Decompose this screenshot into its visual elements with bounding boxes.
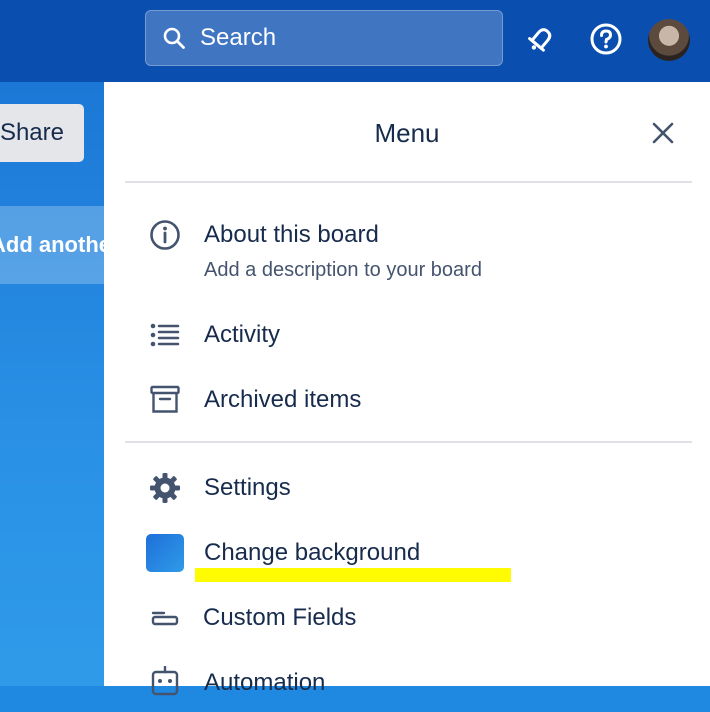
notifications-icon[interactable] bbox=[524, 22, 558, 56]
search-placeholder: Search bbox=[200, 24, 277, 51]
custom-fields-icon bbox=[151, 611, 179, 626]
menu-item-activity[interactable]: Activity bbox=[104, 308, 710, 364]
automation-icon bbox=[151, 666, 179, 696]
top-header: Search bbox=[0, 0, 710, 82]
add-list-label: Add another list bbox=[0, 232, 104, 257]
menu-item-label: Settings bbox=[204, 474, 291, 501]
menu-divider bbox=[125, 441, 692, 443]
help-icon[interactable] bbox=[589, 22, 623, 56]
menu-item-automation[interactable]: Automation bbox=[104, 656, 710, 712]
menu-item-label: Archived items bbox=[204, 386, 362, 413]
avatar[interactable] bbox=[648, 19, 690, 61]
archive-icon bbox=[150, 385, 180, 413]
menu-item-label: Change background bbox=[204, 539, 421, 566]
menu-item-label: Automation bbox=[204, 669, 326, 696]
board-menu-panel: Menu About this board Add a description … bbox=[104, 82, 710, 696]
activity-list-icon bbox=[150, 323, 180, 347]
share-button[interactable]: Share bbox=[0, 104, 84, 162]
menu-item-custom-fields[interactable]: Custom Fields bbox=[104, 591, 710, 647]
board-canvas: Share Add another list bbox=[0, 82, 104, 686]
search-input[interactable]: Search bbox=[145, 10, 503, 66]
search-icon bbox=[163, 27, 185, 49]
highlight-underline bbox=[195, 568, 511, 582]
add-list-button[interactable]: Add another list bbox=[0, 206, 104, 284]
menu-item-description: Add a description to your board bbox=[204, 259, 482, 281]
info-icon bbox=[150, 220, 180, 250]
menu-title: Menu bbox=[374, 118, 440, 148]
menu-item-archived-items[interactable]: Archived items bbox=[104, 373, 710, 429]
menu-item-label: Activity bbox=[204, 321, 281, 348]
menu-item-label: Custom Fields bbox=[203, 604, 357, 631]
menu-item-about-board[interactable]: About this board Add a description to yo… bbox=[104, 214, 710, 286]
close-icon[interactable] bbox=[648, 118, 678, 148]
menu-divider bbox=[125, 181, 692, 183]
menu-item-label: About this board bbox=[204, 221, 379, 248]
background-swatch bbox=[146, 534, 184, 572]
menu-item-settings[interactable]: Settings bbox=[104, 461, 710, 517]
gear-icon bbox=[150, 473, 180, 503]
